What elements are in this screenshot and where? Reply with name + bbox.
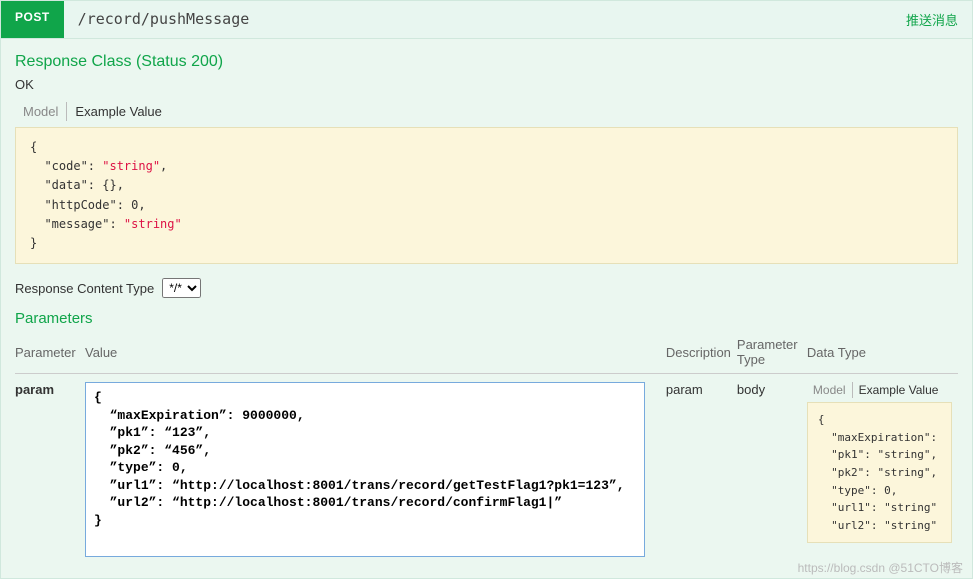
response-content-type-label: Response Content Type — [15, 281, 154, 296]
param-type: body — [737, 374, 807, 561]
parameters-title: Parameters — [15, 310, 958, 327]
operation-path: /record/pushMessage — [64, 1, 892, 38]
data-type-example-code[interactable]: { "maxExpiration": "pk1": "string", "pk2… — [807, 402, 952, 543]
th-value: Value — [85, 333, 666, 374]
th-data-type: Data Type — [807, 333, 958, 374]
response-example-code[interactable]: { "code": "string", "data": {}, "httpCod… — [15, 127, 958, 264]
tab-example-value[interactable]: Example Value — [66, 102, 169, 121]
data-type-tabs: Model Example Value — [807, 382, 952, 398]
param-body-textarea[interactable] — [85, 382, 645, 557]
operation-body: Response Class (Status 200) OK Model Exa… — [0, 39, 973, 579]
response-content-type-select[interactable]: */* — [162, 278, 201, 298]
param-description: param — [666, 374, 737, 561]
operation-summary: 推送消息 — [892, 1, 972, 38]
param-value-cell — [85, 374, 666, 561]
param-data-type-cell: Model Example Value { "maxExpiration": "… — [807, 374, 958, 561]
response-status-text: OK — [15, 77, 958, 92]
operation-header[interactable]: POST /record/pushMessage 推送消息 — [0, 0, 973, 39]
table-row: param param body Model Example Value { "… — [15, 374, 958, 561]
response-class-title: Response Class (Status 200) — [15, 53, 958, 71]
param-name: param — [15, 374, 85, 561]
th-parameter: Parameter — [15, 333, 85, 374]
tab-model[interactable]: Model — [15, 102, 66, 121]
tab-model[interactable]: Model — [807, 382, 852, 398]
http-method-badge: POST — [1, 1, 64, 38]
tab-example-value[interactable]: Example Value — [852, 382, 945, 398]
th-parameter-type: Parameter Type — [737, 333, 807, 374]
response-tabs: Model Example Value — [15, 102, 958, 121]
parameters-header-row: Parameter Value Description Parameter Ty… — [15, 333, 958, 374]
th-description: Description — [666, 333, 737, 374]
response-content-type-row: Response Content Type */* — [15, 278, 958, 298]
parameters-table: Parameter Value Description Parameter Ty… — [15, 333, 958, 560]
